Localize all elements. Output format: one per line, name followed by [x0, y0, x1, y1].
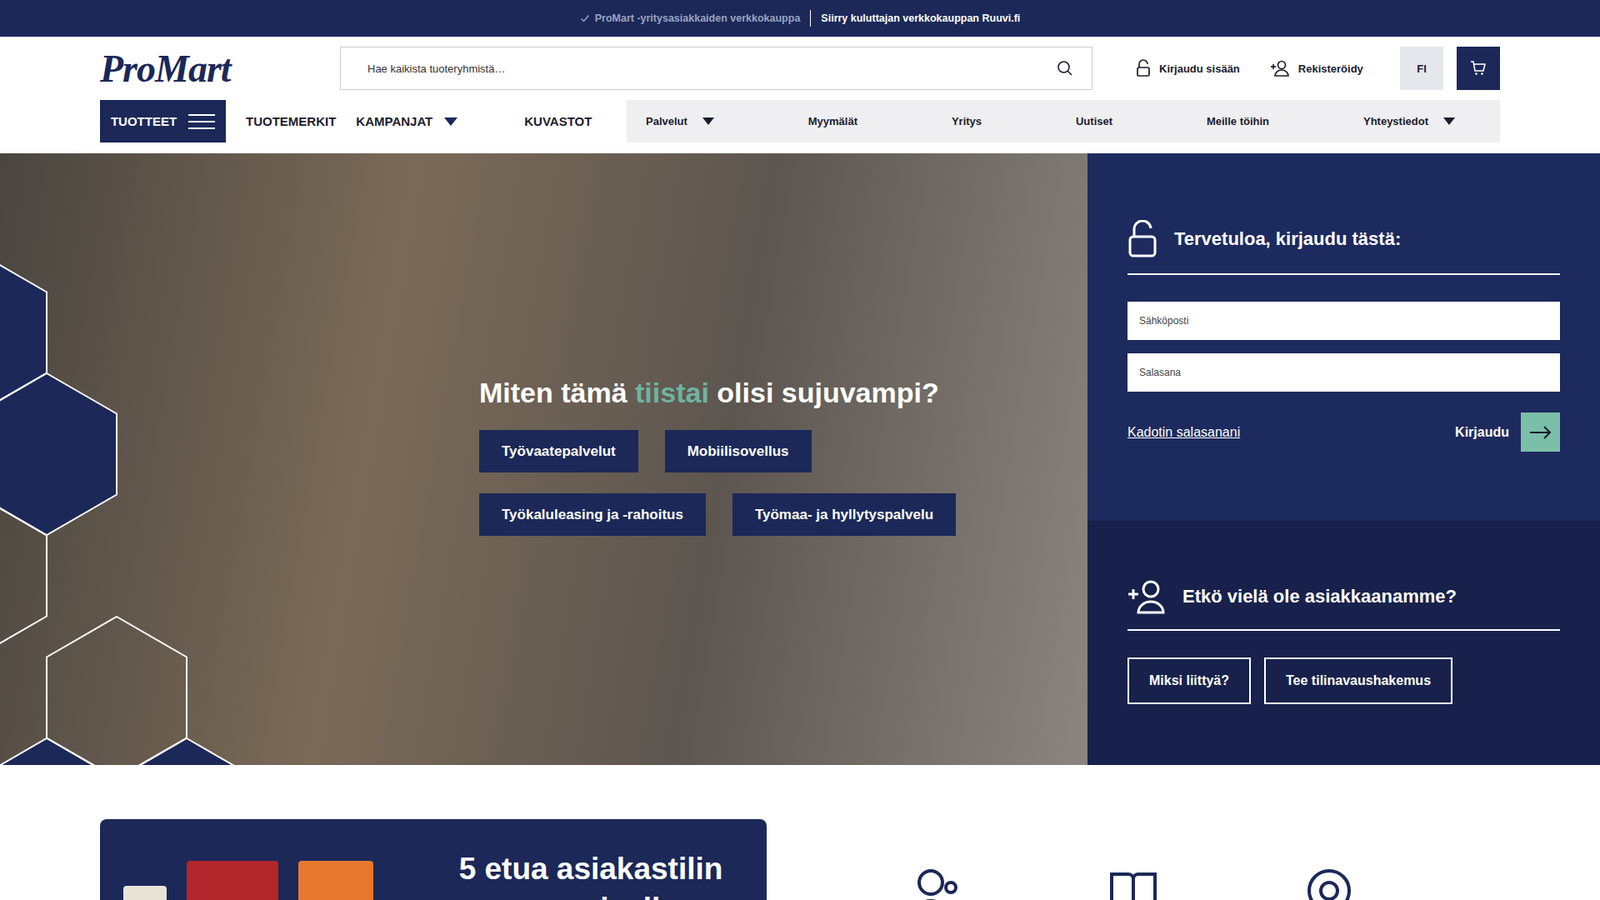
top-bar: ProMart -yritysasiakkaiden verkkokauppa S… — [0, 0, 1600, 37]
check-icon — [580, 13, 590, 24]
secondary-nav-item[interactable]: Uutiset — [1075, 115, 1113, 128]
hamburger-icon — [188, 113, 215, 130]
main-nav-item[interactable]: KAMPANJAT — [355, 114, 458, 129]
product-photo — [123, 849, 440, 900]
secondary-nav: Palvelut Myymälät Yritys Uutiset Meille töih… — [626, 100, 1500, 143]
hero: Miten tämä tiistai olisi sujuvampi? Työva… — [0, 153, 1600, 765]
email-input[interactable] — [1127, 301, 1560, 340]
join-button[interactable]: Miksi liittyä? — [1127, 657, 1251, 705]
person-gear-icon[interactable] — [912, 865, 963, 900]
feature-icons — [766, 819, 1500, 900]
secondary-nav-item[interactable]: Myymälät — [808, 115, 858, 128]
divider — [810, 10, 811, 27]
hero-photo: Miten tämä tiistai olisi sujuvampi? Työva… — [0, 153, 1088, 765]
secondary-nav-item[interactable]: Meille töihin — [1206, 115, 1270, 128]
consumer-shop-link[interactable]: Siirry kuluttajan verkkokauppan Ruuvi.fi — [820, 12, 1020, 25]
hexagon-pattern — [0, 153, 400, 765]
page: ProMart -yritysasiakkaiden verkkokauppa S… — [0, 0, 1600, 900]
caret-down-icon — [1443, 117, 1455, 125]
lock-icon — [1135, 59, 1151, 78]
arrow-right-icon — [1530, 425, 1552, 440]
password-input[interactable] — [1127, 353, 1560, 392]
products-menu-button[interactable]: TUOTTEET — [100, 100, 226, 143]
benefits-section: 5 etua asiakastilin avaamiselle — [100, 819, 1500, 900]
target-icon[interactable] — [1304, 865, 1355, 900]
login-title: Tervetuloa, kirjaudu tästä: — [1174, 228, 1401, 250]
service-button[interactable]: Mobiilisovellus — [665, 430, 812, 473]
b2b-label: ProMart -yritysasiakkaiden verkkokauppa — [580, 12, 801, 25]
service-button[interactable]: Työmaa- ja hyllytyspalvelu — [732, 493, 956, 536]
person-plus-icon — [1127, 579, 1166, 615]
lock-icon — [1127, 220, 1158, 259]
login-button[interactable]: Kirjaudu — [1455, 412, 1560, 452]
secondary-nav-item[interactable]: Palvelut — [645, 115, 715, 128]
secondary-nav-item[interactable]: Yritys — [951, 115, 982, 128]
register-link[interactable]: Rekisteröidy — [1270, 59, 1364, 78]
caret-down-icon — [444, 117, 458, 126]
logo[interactable]: ProMart — [100, 46, 300, 91]
search-bar — [340, 46, 1093, 90]
header: ProMart Kirjaudu sisään Rekisteröidy FI TUOT… — [0, 36, 1600, 154]
search-input[interactable] — [365, 61, 1057, 76]
service-button[interactable]: Työvaatepalvelut — [479, 430, 639, 473]
main-nav-item[interactable]: TUOTEMERKIT — [245, 114, 336, 129]
join-button[interactable]: Tee tilinavaushakemus — [1264, 657, 1453, 705]
join-panel: Etkö vielä ole asiakkaanamme? Miksi liitt… — [1087, 520, 1600, 765]
login-panel: Tervetuloa, kirjaudu tästä: Kadotin salas… — [1087, 153, 1600, 521]
service-button[interactable]: Työkaluleasing ja -rahoitus — [479, 493, 706, 536]
search-icon[interactable] — [1056, 60, 1074, 77]
join-title: Etkö vielä ole asiakkaanamme? — [1182, 585, 1457, 608]
forgot-password-link[interactable]: Kadotin salasanani — [1127, 425, 1240, 440]
book-icon[interactable] — [1108, 865, 1159, 900]
main-nav-item[interactable]: KUVASTOT — [524, 114, 592, 129]
person-plus-icon — [1270, 59, 1290, 78]
language-button[interactable]: FI — [1400, 46, 1444, 90]
caret-down-icon — [702, 117, 715, 125]
benefits-title: 5 etua asiakastilin avaamiselle — [440, 849, 742, 900]
benefits-card[interactable]: 5 etua asiakastilin avaamiselle — [100, 819, 767, 900]
cart-icon — [1470, 60, 1487, 76]
main-nav: TUOTTEET TUOTEMERKIT KAMPANJAT KUVASTOT — [100, 100, 627, 143]
cart-button[interactable] — [1456, 46, 1500, 90]
hero-heading: Miten tämä tiistai olisi sujuvampi? — [479, 376, 1088, 410]
secondary-nav-item[interactable]: Yhteystiedot — [1363, 115, 1455, 128]
login-link[interactable]: Kirjaudu sisään — [1135, 59, 1240, 78]
